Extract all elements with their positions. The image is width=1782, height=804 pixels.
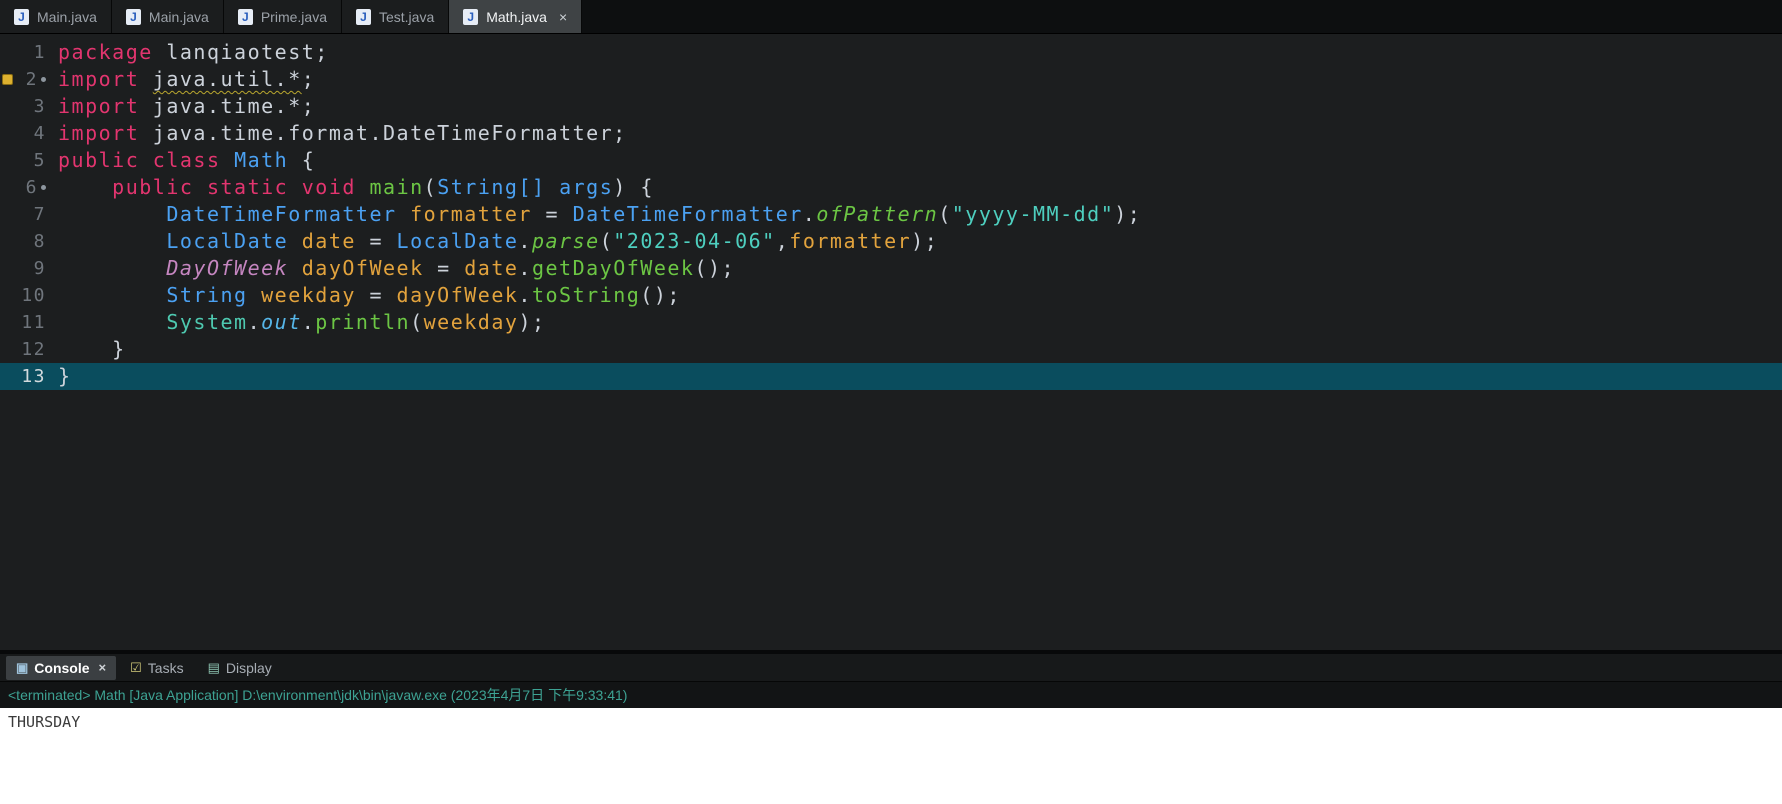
code-text: import java.time.format.DateTimeFormatte… xyxy=(58,120,627,147)
annotation-ruler-cell[interactable] xyxy=(0,39,16,66)
code-text: package lanqiaotest; xyxy=(58,39,329,66)
line-number: 3 xyxy=(16,93,46,120)
line-number: 6 xyxy=(16,174,46,201)
editor-tab[interactable]: J Prime.java xyxy=(224,0,342,33)
editor-tab[interactable]: J Test.java xyxy=(342,0,449,33)
line-number: 13 xyxy=(16,363,46,390)
tasks-icon: ☑ xyxy=(130,661,142,674)
tab-label: Prime.java xyxy=(261,9,327,25)
code-text: LocalDate date = LocalDate.parse("2023-0… xyxy=(58,228,938,255)
code-area[interactable]: 1 package lanqiaotest; 2 import java.util.*… xyxy=(0,34,1782,390)
annotation-ruler-cell[interactable] xyxy=(0,147,16,174)
code-line[interactable]: 6 public static void main(String[] args)… xyxy=(0,174,1782,201)
annotation-ruler-cell[interactable] xyxy=(0,66,16,93)
console-tab-label: Console xyxy=(34,660,89,676)
annotation-ruler-cell[interactable] xyxy=(0,336,16,363)
code-line[interactable]: 11 System.out.println(weekday); xyxy=(0,309,1782,336)
console-tabbar: ▣ Console × ☑ Tasks ▤ Display xyxy=(0,654,1782,682)
annotation-ruler-cell[interactable] xyxy=(0,174,16,201)
code-line[interactable]: 1 package lanqiaotest; xyxy=(0,39,1782,66)
annotation-ruler-cell[interactable] xyxy=(0,255,16,282)
code-line[interactable]: 7 DateTimeFormatter formatter = DateTime… xyxy=(0,201,1782,228)
line-number: 7 xyxy=(16,201,46,228)
line-number: 12 xyxy=(16,336,46,363)
editor-tab[interactable]: J Main.java xyxy=(112,0,224,33)
console-tab-label: Display xyxy=(226,660,272,676)
occurrence-marker-icon xyxy=(41,77,46,82)
editor-tabbar: J Main.java J Main.java J Prime.java J Test.jav… xyxy=(0,0,1782,34)
line-number: 9 xyxy=(16,255,46,282)
code-line[interactable]: 2 import java.util.*; xyxy=(0,66,1782,93)
annotation-ruler-cell[interactable] xyxy=(0,120,16,147)
code-line[interactable]: 8 LocalDate date = LocalDate.parse("2023… xyxy=(0,228,1782,255)
code-text: String weekday = dayOfWeek.toString(); xyxy=(58,282,681,309)
code-text: import java.time.*; xyxy=(58,93,315,120)
java-file-icon: J xyxy=(126,9,141,25)
code-text: import java.util.*; xyxy=(58,66,315,93)
line-number: 4 xyxy=(16,120,46,147)
console-tab-tasks[interactable]: ☑ Tasks xyxy=(120,656,193,680)
code-line[interactable]: 5 public class Math { xyxy=(0,147,1782,174)
annotation-ruler-cell[interactable] xyxy=(0,363,16,390)
code-line[interactable]: 10 String weekday = dayOfWeek.toString()… xyxy=(0,282,1782,309)
code-line[interactable]: 9 DayOfWeek dayOfWeek = date.getDayOfWee… xyxy=(0,255,1782,282)
tab-label: Test.java xyxy=(379,9,434,25)
console-tab-console[interactable]: ▣ Console × xyxy=(6,656,116,680)
annotation-ruler-cell[interactable] xyxy=(0,201,16,228)
line-number: 1 xyxy=(16,39,46,66)
warning-icon[interactable] xyxy=(2,74,13,85)
code-line[interactable]: 3 import java.time.*; xyxy=(0,93,1782,120)
annotation-ruler-cell[interactable] xyxy=(0,93,16,120)
java-file-icon: J xyxy=(14,9,29,25)
editor-tab[interactable]: J Main.java xyxy=(0,0,112,33)
code-line[interactable]: 12 } xyxy=(0,336,1782,363)
console-output[interactable]: THURSDAY xyxy=(0,708,1782,804)
line-number: 10 xyxy=(16,282,46,309)
tab-close-icon[interactable]: × xyxy=(559,9,567,25)
console-tab-display[interactable]: ▤ Display xyxy=(198,656,282,680)
code-text: } xyxy=(58,336,126,363)
line-number: 8 xyxy=(16,228,46,255)
code-text: } xyxy=(58,363,72,390)
tab-label: Main.java xyxy=(149,9,209,25)
tab-label: Math.java xyxy=(486,9,547,25)
java-file-icon: J xyxy=(356,9,371,25)
code-line[interactable]: 4 import java.time.format.DateTimeFormatt… xyxy=(0,120,1782,147)
code-editor[interactable]: 1 package lanqiaotest; 2 import java.util.*… xyxy=(0,34,1782,650)
annotation-ruler-cell[interactable] xyxy=(0,282,16,309)
tab-label: Main.java xyxy=(37,9,97,25)
occurrence-marker-icon xyxy=(41,185,46,190)
code-text: public class Math { xyxy=(58,147,315,174)
annotation-ruler-cell[interactable] xyxy=(0,228,16,255)
code-text: System.out.println(weekday); xyxy=(58,309,546,336)
console-close-icon[interactable]: × xyxy=(99,660,107,675)
annotation-ruler-cell[interactable] xyxy=(0,309,16,336)
display-icon: ▤ xyxy=(208,661,220,674)
line-number: 2 xyxy=(16,66,46,93)
java-file-icon: J xyxy=(238,9,253,25)
code-text: DayOfWeek dayOfWeek = date.getDayOfWeek(… xyxy=(58,255,735,282)
editor-tab[interactable]: J Math.java × xyxy=(449,0,582,33)
java-file-icon: J xyxy=(463,9,478,25)
line-number: 11 xyxy=(16,309,46,336)
code-text: DateTimeFormatter formatter = DateTimeFo… xyxy=(58,201,1141,228)
console-output-text: THURSDAY xyxy=(8,713,80,731)
console-icon: ▣ xyxy=(16,661,28,674)
line-number: 5 xyxy=(16,147,46,174)
console-tab-label: Tasks xyxy=(148,660,184,676)
console-status-line: <terminated> Math [Java Application] D:\… xyxy=(0,682,1782,708)
code-text: public static void main(String[] args) { xyxy=(58,174,654,201)
code-line[interactable]: 13} xyxy=(0,363,1782,390)
